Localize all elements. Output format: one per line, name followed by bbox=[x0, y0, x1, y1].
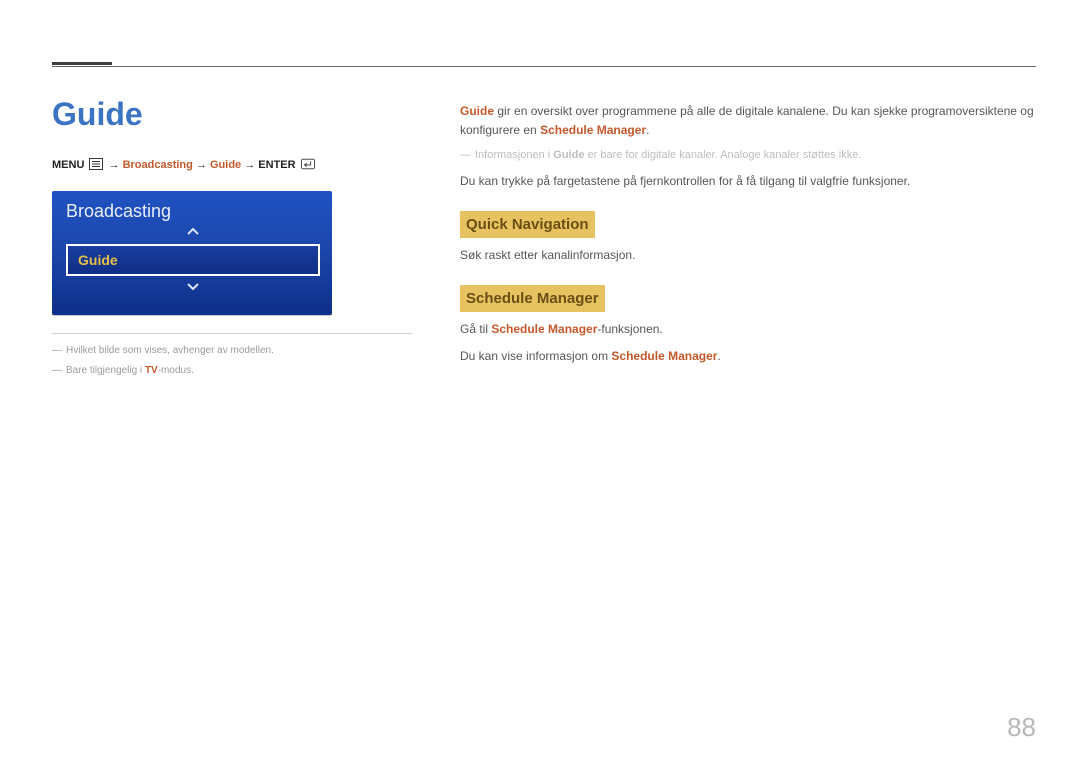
menu-path-broadcasting: Broadcasting bbox=[123, 159, 193, 171]
footnote-tv-suf: -modus. bbox=[158, 365, 194, 376]
intro-paragraph: Guide gir en oversikt over programmene p… bbox=[460, 102, 1036, 139]
menu-icon bbox=[89, 158, 103, 175]
menu-path-guide: Guide bbox=[210, 159, 241, 171]
sched-l1-post: -funksjonen. bbox=[597, 322, 662, 336]
top-tab bbox=[52, 62, 112, 65]
sched-l2-hl: Schedule Manager bbox=[611, 349, 717, 363]
remote-line: Du kan trykke på fargetastene på fjernko… bbox=[460, 172, 1036, 191]
top-rule bbox=[52, 66, 1036, 67]
sched-l1-pre: Gå til bbox=[460, 322, 491, 336]
chevron-down-icon bbox=[66, 282, 320, 294]
osd-selected-item: Guide bbox=[66, 244, 320, 276]
page-number: 88 bbox=[1007, 712, 1036, 743]
osd-title: Broadcasting bbox=[66, 201, 320, 222]
note-digital-guide: Guide bbox=[553, 149, 584, 161]
section-quicknav-heading: Quick Navigation bbox=[460, 211, 595, 238]
menu-path-arrow-1: → bbox=[109, 159, 120, 171]
menu-path: MENU → Broadcasting → Guide → ENTER bbox=[52, 157, 412, 175]
quicknav-body: Søk raskt etter kanalinformasjon. bbox=[460, 246, 1036, 265]
page-title: Guide bbox=[52, 96, 412, 133]
footnote-model-text: Hvilket bilde som vises, avhenger av mod… bbox=[66, 345, 274, 356]
intro-guide-hl: Guide bbox=[460, 104, 494, 118]
footnote-tv-pre: Bare tilgjengelig i bbox=[66, 365, 145, 376]
footnote-model: ―Hvilket bilde som vises, avhenger av mo… bbox=[52, 344, 412, 358]
footnote-tv: ―Bare tilgjengelig i TV-modus. bbox=[52, 364, 412, 378]
intro-sched-hl: Schedule Manager bbox=[540, 123, 646, 137]
osd-panel: Broadcasting Guide bbox=[52, 191, 332, 315]
footnote-divider bbox=[52, 333, 412, 334]
sched-l1-hl: Schedule Manager bbox=[491, 322, 597, 336]
intro-period: . bbox=[646, 123, 649, 137]
menu-path-menu: MENU bbox=[52, 159, 84, 171]
menu-path-arrow-3: → bbox=[244, 159, 255, 171]
section-sched-heading: Schedule Manager bbox=[460, 285, 605, 312]
sched-line-1: Gå til Schedule Manager-funksjonen. bbox=[460, 320, 1036, 339]
menu-path-enter: ENTER bbox=[258, 159, 295, 171]
left-column: Guide MENU → Broadcasting → Guide → ENTE… bbox=[52, 96, 412, 384]
enter-icon bbox=[301, 158, 315, 175]
chevron-up-icon bbox=[66, 226, 320, 238]
right-column: Guide gir en oversikt over programmene p… bbox=[460, 96, 1036, 384]
footnote-tv-hl: TV bbox=[145, 365, 158, 376]
note-digital: ―Informasjonen i Guide er bare for digit… bbox=[460, 147, 1036, 164]
sched-line-2: Du kan vise informasjon om Schedule Mana… bbox=[460, 347, 1036, 366]
menu-path-arrow-2: → bbox=[196, 159, 207, 171]
note-digital-pre: Informasjonen i bbox=[475, 149, 553, 161]
sched-l2-post: . bbox=[717, 349, 720, 363]
sched-l2-pre: Du kan vise informasjon om bbox=[460, 349, 611, 363]
note-digital-suf: er bare for digitale kanaler. Analoge ka… bbox=[584, 149, 861, 161]
